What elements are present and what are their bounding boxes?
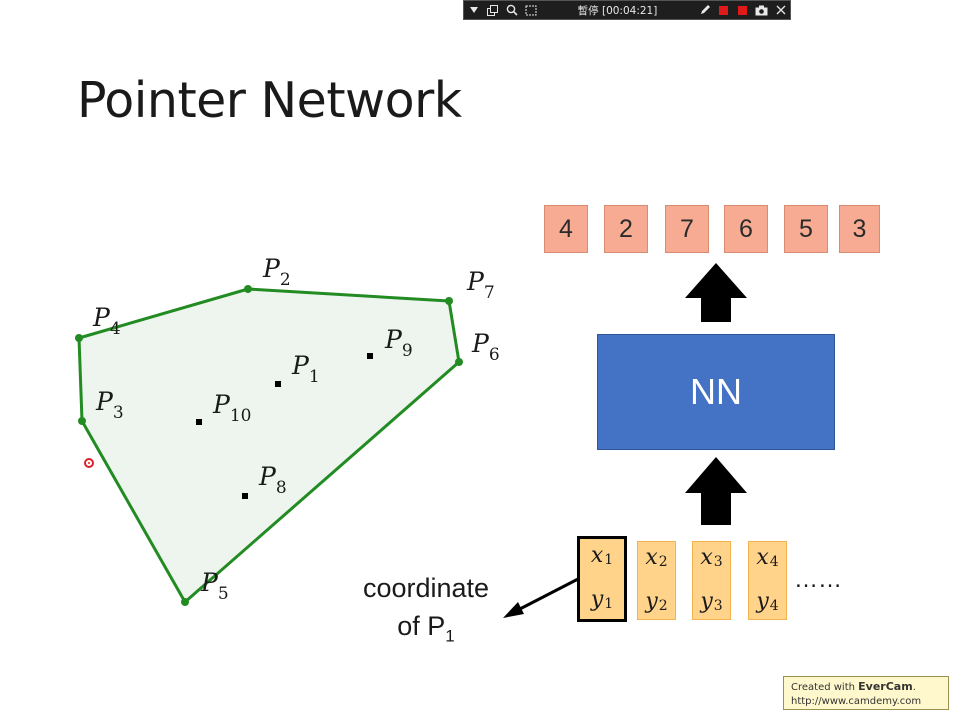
convex-hull (77, 287, 461, 604)
point-marker (181, 598, 189, 606)
nn-block: NN (597, 334, 835, 450)
output-token: 6 (724, 205, 768, 253)
output-token: 3 (839, 205, 880, 253)
pointer-arrow (515, 576, 581, 613)
point-label: P2 (262, 254, 291, 290)
point-marker (455, 358, 463, 366)
evercam-watermark: Created with EverCam. http://www.camdemy… (783, 676, 949, 710)
ellipsis: …… (794, 566, 842, 593)
point-marker (244, 285, 252, 293)
input-token: x3 y3 (692, 541, 731, 620)
point-marker (196, 419, 202, 425)
caption-line-2: of P1 (397, 611, 455, 646)
output-token: 5 (784, 205, 828, 253)
point-label: P5 (200, 568, 229, 604)
input-token-selected: x1 y1 (577, 536, 627, 622)
caption-line-1: coordinate (362, 573, 490, 603)
point-label: P6 (471, 329, 500, 365)
point-marker (78, 417, 86, 425)
input-token: x2 y2 (637, 541, 676, 620)
output-token: 4 (544, 205, 588, 253)
point-marker (367, 353, 373, 359)
arrow-up-icon (685, 457, 747, 525)
caption: coordinate of P1 (344, 569, 508, 655)
point-marker (242, 493, 248, 499)
input-token: x4 y4 (748, 541, 787, 620)
output-token: 7 (665, 205, 709, 253)
mouse-cursor-indicator (84, 458, 94, 468)
arrow-up-icon (685, 263, 747, 322)
point-marker (275, 381, 281, 387)
output-token: 2 (604, 205, 648, 253)
point-marker (445, 297, 453, 305)
point-label: P7 (466, 267, 495, 303)
point-marker (75, 334, 83, 342)
